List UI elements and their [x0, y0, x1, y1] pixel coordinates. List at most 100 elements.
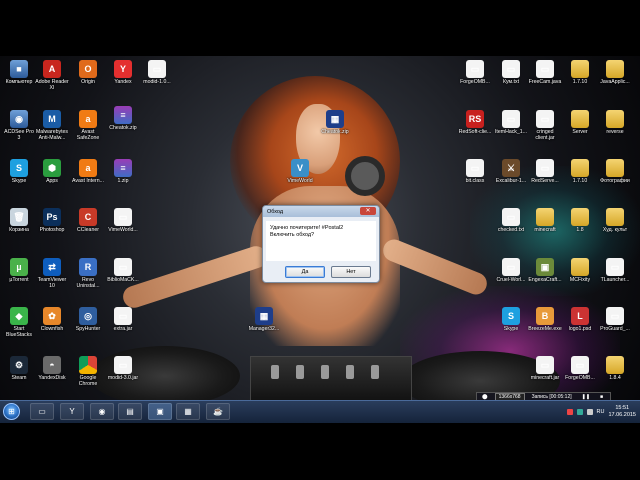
task-icon: ▦	[184, 407, 192, 416]
yes-button[interactable]: Да	[285, 266, 325, 278]
desktop-icon-label: TLauncher...	[600, 277, 630, 283]
acdsee-icon: ◉	[10, 110, 28, 128]
desktop-icon[interactable]: M Malwarebytes Anti-Malw...	[35, 110, 69, 141]
recorder-pause-icon[interactable]: ❚❚	[579, 394, 593, 400]
desktop-icon[interactable]: ▭ FreeCam.java	[528, 60, 562, 85]
desktop-icon[interactable]: a Avast SafeZone	[71, 110, 105, 141]
desktop-icon[interactable]: µ µTorrent	[2, 258, 36, 283]
desktop-icon[interactable]: Llogo1.psd	[563, 307, 597, 332]
taskbar-java[interactable]: ☕	[206, 403, 230, 420]
desktop-icon[interactable]: ▭ ForgeOMB...	[458, 60, 492, 85]
desktop-icon[interactable]: minecraft	[528, 208, 562, 233]
desktop-icon[interactable]: C CCleaner	[71, 208, 105, 233]
desktop-icon[interactable]: ⚙ Steam	[2, 356, 36, 381]
desktop[interactable]: ■ Компьютер A Adobe Reader XI O Origin Y Yandex…	[0, 56, 640, 422]
malwarebytes-icon: M	[43, 110, 61, 128]
folder-icon	[606, 208, 624, 226]
desktop-icon[interactable]: ≡ 1.zip	[106, 159, 140, 184]
volume-tray-icon[interactable]	[586, 409, 593, 415]
desktop-icon[interactable]: ▭ bit.class	[458, 159, 492, 184]
folder-icon	[536, 208, 554, 226]
desktop-icon-label: ForgeOMB...	[460, 79, 490, 85]
desktop-icon[interactable]: Y Yandex	[106, 60, 140, 85]
desktop-icon[interactable]: ⚔ Excalibur-1...	[494, 159, 528, 184]
clock[interactable]: 15:51 17.06.2015	[608, 405, 636, 419]
file-icon: ▭	[536, 356, 554, 374]
desktop-icon-label: RedServe...	[531, 178, 559, 184]
desktop-icon[interactable]: ▭ Кум.txt	[494, 60, 528, 85]
desktop-icon[interactable]: 🗑 Корзина	[2, 208, 36, 233]
taskbar-yandex[interactable]: Y	[60, 403, 84, 420]
desktop-icon[interactable]: ■ Компьютер	[2, 60, 36, 85]
desktop-icon-label: Skype	[11, 178, 27, 184]
desktop-icon[interactable]: ▭ VimeWorld...	[106, 208, 140, 233]
desktop-icon[interactable]: RS RedSoft-clie...	[458, 110, 492, 135]
desktop-icon[interactable]: ▭ ForgeOMB...	[563, 356, 597, 381]
desktop-icon[interactable]: ⇄ TeamViewer 10	[35, 258, 69, 289]
desktop-icon[interactable]: Ps Photoshop	[35, 208, 69, 233]
start-button[interactable]: ⊞	[3, 403, 20, 420]
desktop-icon[interactable]: S Skype	[494, 307, 528, 332]
no-button[interactable]: Нет	[331, 266, 371, 278]
desktop-icon[interactable]: a Avast Intern...	[71, 159, 105, 184]
language-indicator[interactable]: RU	[597, 409, 605, 415]
desktop-icon[interactable]: V VimeWorld	[283, 159, 317, 184]
recorder-stop-icon[interactable]: ■	[597, 394, 606, 400]
desktop-icon-label: BiblioMaCK...	[107, 277, 139, 283]
desktop-icon[interactable]: Худ. культ	[598, 208, 632, 233]
desktop-icon[interactable]: ▭ checked.txt	[494, 208, 528, 233]
taskbar-app[interactable]: ▣	[148, 403, 172, 420]
desktop-icon[interactable]: Google Chrome	[71, 356, 105, 387]
chrome-icon	[79, 356, 97, 374]
desktop-icon[interactable]: ▭ ProGuard_...	[598, 307, 632, 332]
desktop-icon[interactable]: ▭ ItemHack_1...	[494, 110, 528, 135]
mixer-knob	[346, 365, 354, 379]
desktop-icon[interactable]: reverse	[598, 110, 632, 135]
desktop-icon[interactable]: ▭ BiblioMaCK...	[106, 258, 140, 283]
desktop-icon[interactable]: 1.8	[563, 208, 597, 233]
desktop-icon[interactable]: JavaApplic...	[598, 60, 632, 85]
winrar-icon: ≡	[114, 106, 132, 124]
desktop-icon[interactable]: Фотографии	[598, 159, 632, 184]
desktop-icon[interactable]: ◆ Start BlueStacks	[2, 307, 36, 338]
desktop-icon[interactable]: ▣ EngexaCraft...	[528, 258, 562, 283]
close-icon[interactable]: ✕	[360, 207, 376, 215]
file-icon: ▭	[502, 208, 520, 226]
desktop-icon-label: Cheatok.zip	[109, 125, 137, 131]
network-tray-icon[interactable]	[576, 409, 583, 415]
desktop-icon[interactable]: 1.7.10	[563, 159, 597, 184]
desktop-icon[interactable]: ≡ Cheatok.zip	[106, 106, 140, 131]
antivirus-tray-icon[interactable]	[566, 409, 573, 415]
desktop-icon[interactable]: ▭ cringed client.jar	[528, 110, 562, 141]
recorder-mouse-icon[interactable]: ⬤	[479, 394, 491, 400]
desktop-icon[interactable]: R Revo Uninstal...	[71, 258, 105, 289]
taskbar-chrome[interactable]: ◉	[90, 403, 114, 420]
desktop-icon[interactable]: ◓ YandexDisk	[35, 356, 69, 381]
desktop-icon[interactable]: 1.7.10	[563, 60, 597, 85]
taskbar-explorer[interactable]: ▤	[118, 403, 142, 420]
desktop-icon[interactable]: ▭ RedServe...	[528, 159, 562, 184]
desktop-icon[interactable]: MCFixity	[563, 258, 597, 283]
taskbar-monitor[interactable]: ▭	[30, 403, 54, 420]
desktop-icon[interactable]: O Origin	[71, 60, 105, 85]
desktop-icon[interactable]: ◎ SpyHunter	[71, 307, 105, 332]
desktop-icon[interactable]: S Skype	[2, 159, 36, 184]
skype-icon: S	[502, 307, 520, 325]
desktop-icon[interactable]: ▦ Cheatok.zip	[318, 110, 352, 135]
folder-icon	[606, 159, 624, 177]
desktop-icon[interactable]: ▭ extra.jar	[106, 307, 140, 332]
desktop-icon[interactable]: ◉ ACDSee Pro 3	[2, 110, 36, 141]
desktop-icon[interactable]: ✿ Clownfish	[35, 307, 69, 332]
desktop-icon[interactable]: ▭ modid-1.0...	[140, 60, 174, 85]
desktop-icon[interactable]: 1.8.4	[598, 356, 632, 381]
desktop-icon[interactable]: ▦ Manager32...	[247, 307, 281, 332]
desktop-icon[interactable]: ⬢ Apps	[35, 159, 69, 184]
desktop-icon[interactable]: A Adobe Reader XI	[35, 60, 69, 91]
desktop-icon[interactable]: ▭ Cruel-Worl...	[494, 258, 528, 283]
desktop-icon[interactable]: ▭ minecraft.jar	[528, 356, 562, 381]
desktop-icon[interactable]: B BreezeMe.exe	[528, 307, 562, 332]
taskbar-task[interactable]: ▦	[176, 403, 200, 420]
desktop-icon[interactable]: ▭ modid-3.0.jar	[106, 356, 140, 381]
desktop-icon[interactable]: Server	[563, 110, 597, 135]
desktop-icon[interactable]: ▭ TLauncher...	[598, 258, 632, 283]
